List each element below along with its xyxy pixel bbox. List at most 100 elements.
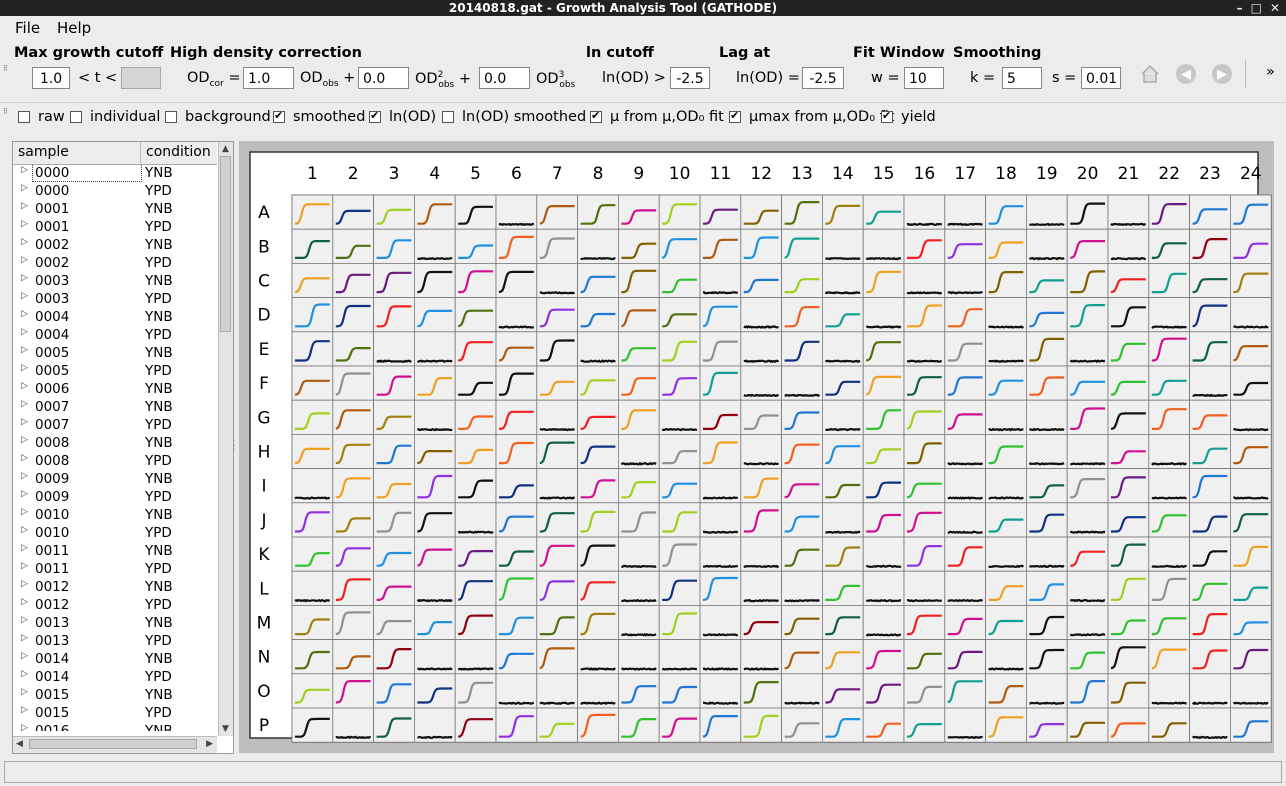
minimize-button[interactable]: –	[1237, 0, 1243, 16]
forward-arrow-icon[interactable]: ▶	[1210, 62, 1234, 86]
expand-icon[interactable]: ▷	[21, 291, 28, 301]
smoothing-k-input[interactable]: 5	[1002, 67, 1042, 89]
table-row[interactable]: ▷ 0013 YPD	[13, 633, 217, 651]
menu-file[interactable]: File	[15, 19, 40, 37]
checkbox-2[interactable]: background	[165, 109, 271, 125]
table-row[interactable]: ▷ 0013 YNB	[13, 615, 217, 633]
checkbox-0[interactable]: raw	[18, 109, 65, 125]
table-row[interactable]: ▷ 0004 YNB	[13, 309, 217, 327]
ln-cutoff-input[interactable]: -2.5	[670, 67, 710, 89]
table-row[interactable]: ▷ 0004 YPD	[13, 327, 217, 345]
expand-icon[interactable]: ▷	[21, 579, 28, 589]
hscroll-thumb[interactable]	[29, 739, 197, 749]
expand-icon[interactable]: ▷	[21, 165, 28, 175]
home-icon[interactable]	[1138, 62, 1162, 86]
expand-icon[interactable]: ▷	[21, 453, 28, 463]
expand-icon[interactable]: ▷	[21, 237, 28, 247]
vscroll-thumb[interactable]	[220, 156, 231, 332]
expand-icon[interactable]: ▷	[21, 561, 28, 571]
expand-icon[interactable]: ▷	[21, 327, 28, 337]
expand-icon[interactable]: ▷	[21, 363, 28, 373]
max-growth-upper-input[interactable]	[121, 67, 161, 89]
table-row[interactable]: ▷ 0002 YPD	[13, 255, 217, 273]
checkbox-5[interactable]: ln(OD) smoothed	[442, 109, 586, 125]
max-growth-input[interactable]: 1.0	[32, 67, 70, 89]
toolbar-overflow-button[interactable]: »	[1266, 64, 1275, 80]
column-header-condition[interactable]: condition	[146, 144, 211, 160]
hdc-coef3-input[interactable]: 0.0	[479, 67, 530, 89]
expand-icon[interactable]: ▷	[21, 507, 28, 517]
hdc-coef1-input[interactable]: 1.0	[243, 67, 294, 89]
table-row[interactable]: ▷ 0008 YNB	[13, 435, 217, 453]
expand-icon[interactable]: ▷	[21, 669, 28, 679]
expand-icon[interactable]: ▷	[21, 705, 28, 715]
expand-icon[interactable]: ▷	[21, 183, 28, 193]
table-row[interactable]: ▷ 0011 YNB	[13, 543, 217, 561]
plate-plot[interactable]: 1 2 3 4 5 6 7 8 9 10 11 12 13 14 15 16 17 18 19 20 21 22 23 24A…	[239, 141, 1274, 753]
smoothing-s-input[interactable]: 0.01	[1081, 67, 1121, 89]
table-row[interactable]: ▷ 0005 YNB	[13, 345, 217, 363]
chkbar-grip-icon[interactable]: ⁝⁝	[3, 108, 11, 121]
expand-icon[interactable]: ▷	[21, 255, 28, 265]
table-row[interactable]: ▷ 0005 YPD	[13, 363, 217, 381]
table-row[interactable]: ▷ 0008 YPD	[13, 453, 217, 471]
expand-icon[interactable]: ▷	[21, 687, 28, 697]
table-row[interactable]: ▷ 0002 YNB	[13, 237, 217, 255]
hdc-coef2-input[interactable]: 0.0	[358, 67, 409, 89]
checkbox-box[interactable]	[442, 111, 454, 123]
checkbox-box[interactable]	[881, 111, 893, 123]
expand-icon[interactable]: ▷	[21, 201, 28, 211]
checkbox-box[interactable]	[369, 111, 381, 123]
scroll-down-icon[interactable]: ▼	[222, 724, 229, 734]
table-row[interactable]: ▷ 0010 YNB	[13, 507, 217, 525]
checkbox-box[interactable]	[590, 111, 602, 123]
expand-icon[interactable]: ▷	[21, 525, 28, 535]
table-row[interactable]: ▷ 0014 YNB	[13, 651, 217, 669]
table-row[interactable]: ▷ 0015 YPD	[13, 705, 217, 723]
expand-icon[interactable]: ▷	[21, 417, 28, 427]
checkbox-box[interactable]	[729, 111, 741, 123]
column-header-sample[interactable]: sample	[18, 144, 69, 160]
sample-list-hscrollbar[interactable]: ◀ ▶	[13, 736, 217, 753]
table-row[interactable]: ▷ 0001 YPD	[13, 219, 217, 237]
checkbox-3[interactable]: smoothed	[273, 109, 365, 125]
lag-input[interactable]: -2.5	[802, 67, 844, 89]
scroll-up-icon[interactable]: ▲	[222, 144, 229, 154]
checkbox-box[interactable]	[273, 111, 285, 123]
expand-icon[interactable]: ▷	[21, 345, 28, 355]
fit-window-input[interactable]: 10	[904, 67, 944, 89]
expand-icon[interactable]: ▷	[21, 633, 28, 643]
checkbox-box[interactable]	[18, 111, 30, 123]
checkbox-4[interactable]: ln(OD)	[369, 109, 436, 125]
table-row[interactable]: ▷ 0000 YNB	[13, 165, 217, 183]
table-row[interactable]: ▷ 0015 YNB	[13, 687, 217, 705]
table-row[interactable]: ▷ 0003 YNB	[13, 273, 217, 291]
table-row[interactable]: ▷ 0012 YNB	[13, 579, 217, 597]
expand-icon[interactable]: ▷	[21, 399, 28, 409]
table-row[interactable]: ▷ 0016 YNB	[13, 723, 217, 731]
checkbox-8[interactable]: yield	[881, 109, 936, 125]
table-row[interactable]: ▷ 0007 YNB	[13, 399, 217, 417]
maximize-button[interactable]: □	[1251, 0, 1262, 16]
scroll-right-icon[interactable]: ▶	[206, 739, 213, 749]
checkbox-7[interactable]: μmax from μ,OD₀ fit	[729, 109, 894, 125]
close-button[interactable]: ✕	[1270, 0, 1280, 16]
expand-icon[interactable]: ▷	[21, 219, 28, 229]
expand-icon[interactable]: ▷	[21, 723, 28, 731]
expand-icon[interactable]: ▷	[21, 273, 28, 283]
panel-splitter[interactable]: · · ·	[233, 438, 236, 454]
back-arrow-icon[interactable]: ◀	[1174, 62, 1198, 86]
scroll-left-icon[interactable]: ◀	[16, 739, 23, 749]
table-row[interactable]: ▷ 0012 YPD	[13, 597, 217, 615]
checkbox-box[interactable]	[70, 111, 82, 123]
expand-icon[interactable]: ▷	[21, 489, 28, 499]
menu-help[interactable]: Help	[57, 19, 91, 37]
table-row[interactable]: ▷ 0010 YPD	[13, 525, 217, 543]
expand-icon[interactable]: ▷	[21, 435, 28, 445]
table-row[interactable]: ▷ 0014 YPD	[13, 669, 217, 687]
expand-icon[interactable]: ▷	[21, 309, 28, 319]
table-row[interactable]: ▷ 0009 YPD	[13, 489, 217, 507]
table-row[interactable]: ▷ 0006 YNB	[13, 381, 217, 399]
table-row[interactable]: ▷ 0001 YNB	[13, 201, 217, 219]
sample-list-vscrollbar[interactable]: ▲ ▼	[218, 142, 233, 736]
